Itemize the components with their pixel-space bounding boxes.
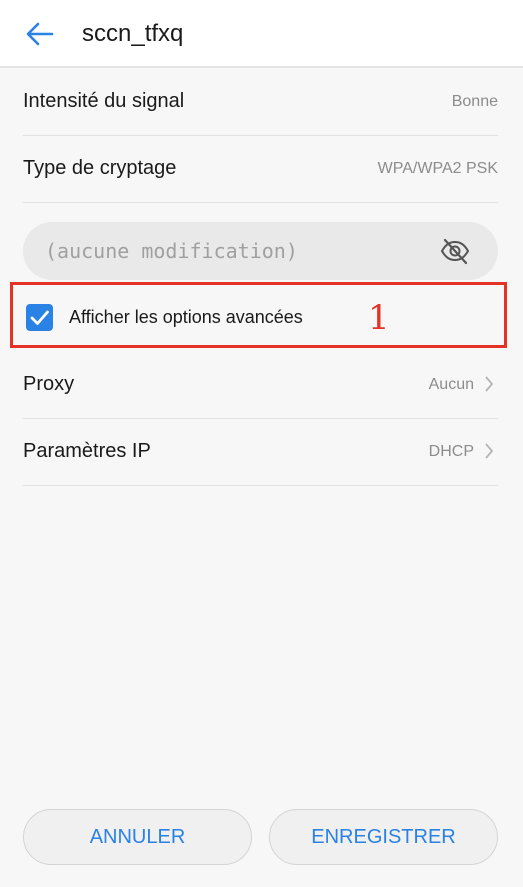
- proxy-value: Aucun: [428, 376, 474, 393]
- encryption-type-value: WPA/WPA2 PSK: [377, 160, 498, 177]
- annotation-number: 1: [368, 298, 390, 338]
- encryption-type-row: Type de cryptage WPA/WPA2 PSK: [23, 135, 498, 203]
- password-placeholder: (aucune modification): [45, 239, 298, 263]
- advanced-options-row[interactable]: Afficher les options avancées: [23, 296, 498, 340]
- checkmark-icon: [30, 310, 49, 325]
- ip-settings-row[interactable]: Paramètres IP DHCP: [23, 418, 498, 486]
- ip-settings-value: DHCP: [428, 443, 474, 460]
- ip-settings-label: Paramètres IP: [23, 440, 151, 462]
- chevron-right-icon: [485, 443, 494, 459]
- password-field[interactable]: (aucune modification): [23, 222, 498, 280]
- signal-strength-label: Intensité du signal: [23, 90, 185, 112]
- cancel-button[interactable]: ANNULER: [23, 809, 252, 865]
- chevron-right-icon: [485, 376, 494, 392]
- advanced-options-label[interactable]: Afficher les options avancées: [69, 296, 303, 338]
- proxy-row[interactable]: Proxy Aucun: [23, 351, 498, 419]
- page-title: sccn_tfxq: [82, 20, 184, 47]
- advanced-options-checkbox[interactable]: [26, 304, 53, 331]
- signal-strength-value: Bonne: [451, 93, 498, 110]
- encryption-type-label: Type de cryptage: [23, 157, 177, 179]
- save-button[interactable]: ENREGISTRER: [269, 809, 498, 865]
- signal-strength-row: Intensité du signal Bonne: [23, 68, 498, 136]
- app-header: sccn_tfxq: [0, 0, 523, 68]
- back-arrow-icon[interactable]: [22, 16, 58, 52]
- eye-off-icon[interactable]: [440, 237, 470, 265]
- proxy-label: Proxy: [23, 373, 75, 395]
